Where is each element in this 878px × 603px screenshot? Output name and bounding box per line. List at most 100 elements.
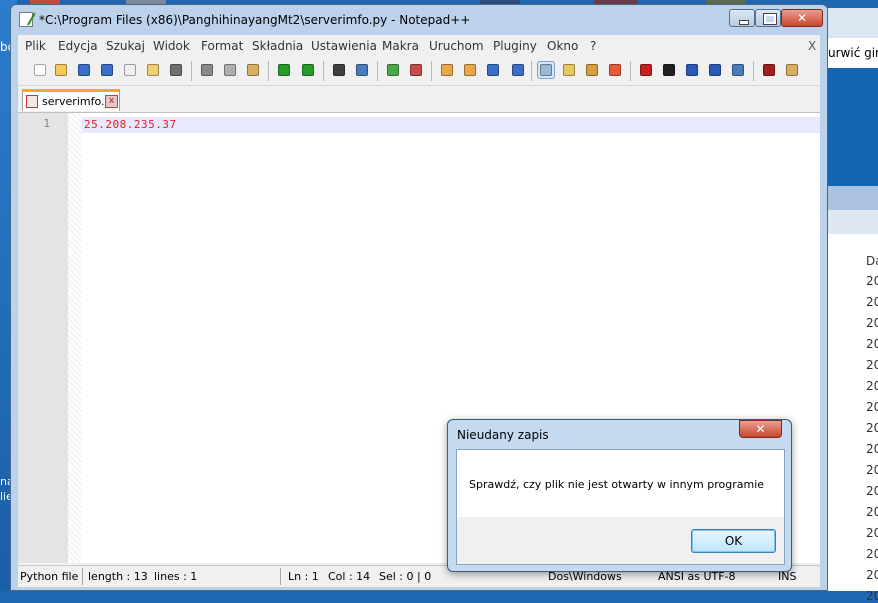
background-window-banner bbox=[822, 68, 878, 186]
unsaved-file-icon bbox=[26, 95, 38, 108]
code-line-1[interactable]: 25.208.235.37 bbox=[84, 118, 177, 131]
find-glyph bbox=[333, 64, 345, 76]
close-icon[interactable] bbox=[122, 62, 138, 78]
menu-item-11[interactable]: Okno bbox=[547, 39, 578, 53]
background-window-titlebar bbox=[822, 8, 878, 38]
minimize-icon bbox=[730, 10, 754, 26]
list-item: 20 bbox=[866, 400, 878, 414]
tab-serverimfo[interactable]: serverimfo.py x bbox=[22, 89, 120, 111]
play-macro-glyph bbox=[686, 64, 698, 76]
list-item: 20 bbox=[866, 337, 878, 351]
word-wrap-icon[interactable] bbox=[485, 62, 501, 78]
tab-bar: serverimfo.py x bbox=[18, 86, 820, 113]
toolbar-separator bbox=[323, 61, 324, 81]
window-title: *C:\Program Files (x86)\PanghihinayangMt… bbox=[39, 13, 471, 27]
status-divider bbox=[82, 568, 83, 585]
menu-item-8[interactable]: Makra bbox=[382, 39, 419, 53]
print-glyph bbox=[170, 64, 182, 76]
spell-options-glyph bbox=[786, 64, 798, 76]
menu-item-10[interactable]: Pluginy bbox=[493, 39, 537, 53]
save-macro-icon[interactable] bbox=[730, 62, 746, 78]
menu-item-1[interactable]: Plik bbox=[25, 39, 46, 53]
title-bar[interactable]: *C:\Program Files (x86)\PanghihinayangMt… bbox=[11, 5, 827, 35]
status-sel: Sel : 0 | 0 bbox=[379, 570, 432, 583]
new-file-icon[interactable] bbox=[32, 62, 48, 78]
list-item: 20 bbox=[866, 295, 878, 309]
maximize-button[interactable] bbox=[755, 9, 781, 27]
background-window-bar bbox=[822, 210, 878, 234]
toolbar-separator bbox=[531, 61, 532, 81]
indent-guide-icon[interactable] bbox=[537, 61, 555, 79]
copy-icon[interactable] bbox=[222, 62, 238, 78]
spell-check-icon[interactable] bbox=[761, 62, 777, 78]
tab-close-icon[interactable]: x bbox=[105, 95, 118, 108]
minimize-button[interactable] bbox=[729, 9, 755, 27]
play-macro-icon[interactable] bbox=[684, 62, 700, 78]
notepadpp-icon bbox=[19, 12, 33, 27]
find-icon[interactable] bbox=[331, 62, 347, 78]
show-all-chars-icon[interactable] bbox=[510, 62, 526, 78]
list-item: 20 bbox=[866, 589, 878, 603]
menu-item-4[interactable]: Widok bbox=[153, 39, 190, 53]
toolbar-separator bbox=[630, 61, 631, 81]
toolbar-separator bbox=[377, 61, 378, 81]
background-window-bar bbox=[822, 186, 878, 210]
close-window-button[interactable]: ✕ bbox=[781, 9, 823, 27]
dialog-message: Sprawdź, czy plik nie jest otwarty w inn… bbox=[469, 478, 765, 491]
zoom-in-icon[interactable] bbox=[385, 62, 401, 78]
spell-check-glyph bbox=[763, 64, 775, 76]
function-list-glyph bbox=[586, 64, 598, 76]
close-all-icon[interactable] bbox=[145, 62, 161, 78]
status-ln: Ln : 1 bbox=[288, 570, 319, 583]
redo-icon[interactable] bbox=[300, 62, 316, 78]
toolbar bbox=[18, 57, 820, 86]
zoom-out-icon[interactable] bbox=[408, 62, 424, 78]
sync-vertical-glyph bbox=[441, 64, 453, 76]
replace-icon[interactable] bbox=[354, 62, 370, 78]
save-icon[interactable] bbox=[76, 62, 92, 78]
menu-item-3[interactable]: Szukaj bbox=[106, 39, 145, 53]
menu-item-5[interactable]: Format bbox=[201, 39, 243, 53]
new-file-glyph bbox=[34, 64, 46, 76]
save-all-icon[interactable] bbox=[99, 62, 115, 78]
sync-vertical-icon[interactable] bbox=[439, 62, 455, 78]
toolbar-separator bbox=[753, 61, 754, 81]
print-icon[interactable] bbox=[168, 62, 184, 78]
doc-map-icon[interactable] bbox=[561, 62, 577, 78]
status-lines: lines : 1 bbox=[154, 570, 198, 583]
list-item: 20 bbox=[866, 547, 878, 561]
undo-icon[interactable] bbox=[276, 62, 292, 78]
open-file-icon[interactable] bbox=[53, 62, 69, 78]
save-glyph bbox=[78, 64, 90, 76]
dialog-title: Nieudany zapis bbox=[457, 428, 549, 442]
ok-button[interactable]: OK bbox=[691, 529, 776, 553]
dialog-close-button[interactable]: ✕ bbox=[739, 420, 782, 438]
undo-glyph bbox=[278, 64, 290, 76]
sync-horizontal-icon[interactable] bbox=[462, 62, 478, 78]
menu-item-2[interactable]: Edycja bbox=[58, 39, 98, 53]
menu-item-7[interactable]: Ustawienia bbox=[311, 39, 377, 53]
menu-close-document-button[interactable]: X bbox=[808, 39, 816, 53]
record-macro-icon[interactable] bbox=[638, 62, 654, 78]
menu-item-6[interactable]: Składnia bbox=[252, 39, 303, 53]
menu-bar: Plik Edycja Szukaj Widok Format Składnia Ustaw… bbox=[18, 35, 820, 57]
paste-icon[interactable] bbox=[245, 62, 261, 78]
status-divider bbox=[280, 568, 281, 585]
menu-item-9[interactable]: Uruchom bbox=[429, 39, 484, 53]
run-macro-multiple-icon[interactable] bbox=[707, 62, 723, 78]
redo-glyph bbox=[302, 64, 314, 76]
replace-glyph bbox=[356, 64, 368, 76]
list-item: 20 bbox=[866, 379, 878, 393]
stop-macro-icon[interactable] bbox=[661, 62, 677, 78]
list-item: 20 bbox=[866, 463, 878, 477]
menu-item-12[interactable]: ? bbox=[590, 39, 596, 53]
function-list-icon[interactable] bbox=[584, 62, 600, 78]
folder-workspace-glyph bbox=[609, 64, 621, 76]
spell-options-icon[interactable] bbox=[784, 62, 800, 78]
save-failed-dialog: Nieudany zapis ✕ Sprawdź, czy plik nie j… bbox=[447, 419, 792, 572]
list-item: 20 bbox=[866, 421, 878, 435]
fold-margin[interactable] bbox=[68, 113, 82, 563]
cut-icon[interactable] bbox=[199, 62, 215, 78]
list-item: 20 bbox=[866, 505, 878, 519]
folder-workspace-icon[interactable] bbox=[607, 62, 623, 78]
